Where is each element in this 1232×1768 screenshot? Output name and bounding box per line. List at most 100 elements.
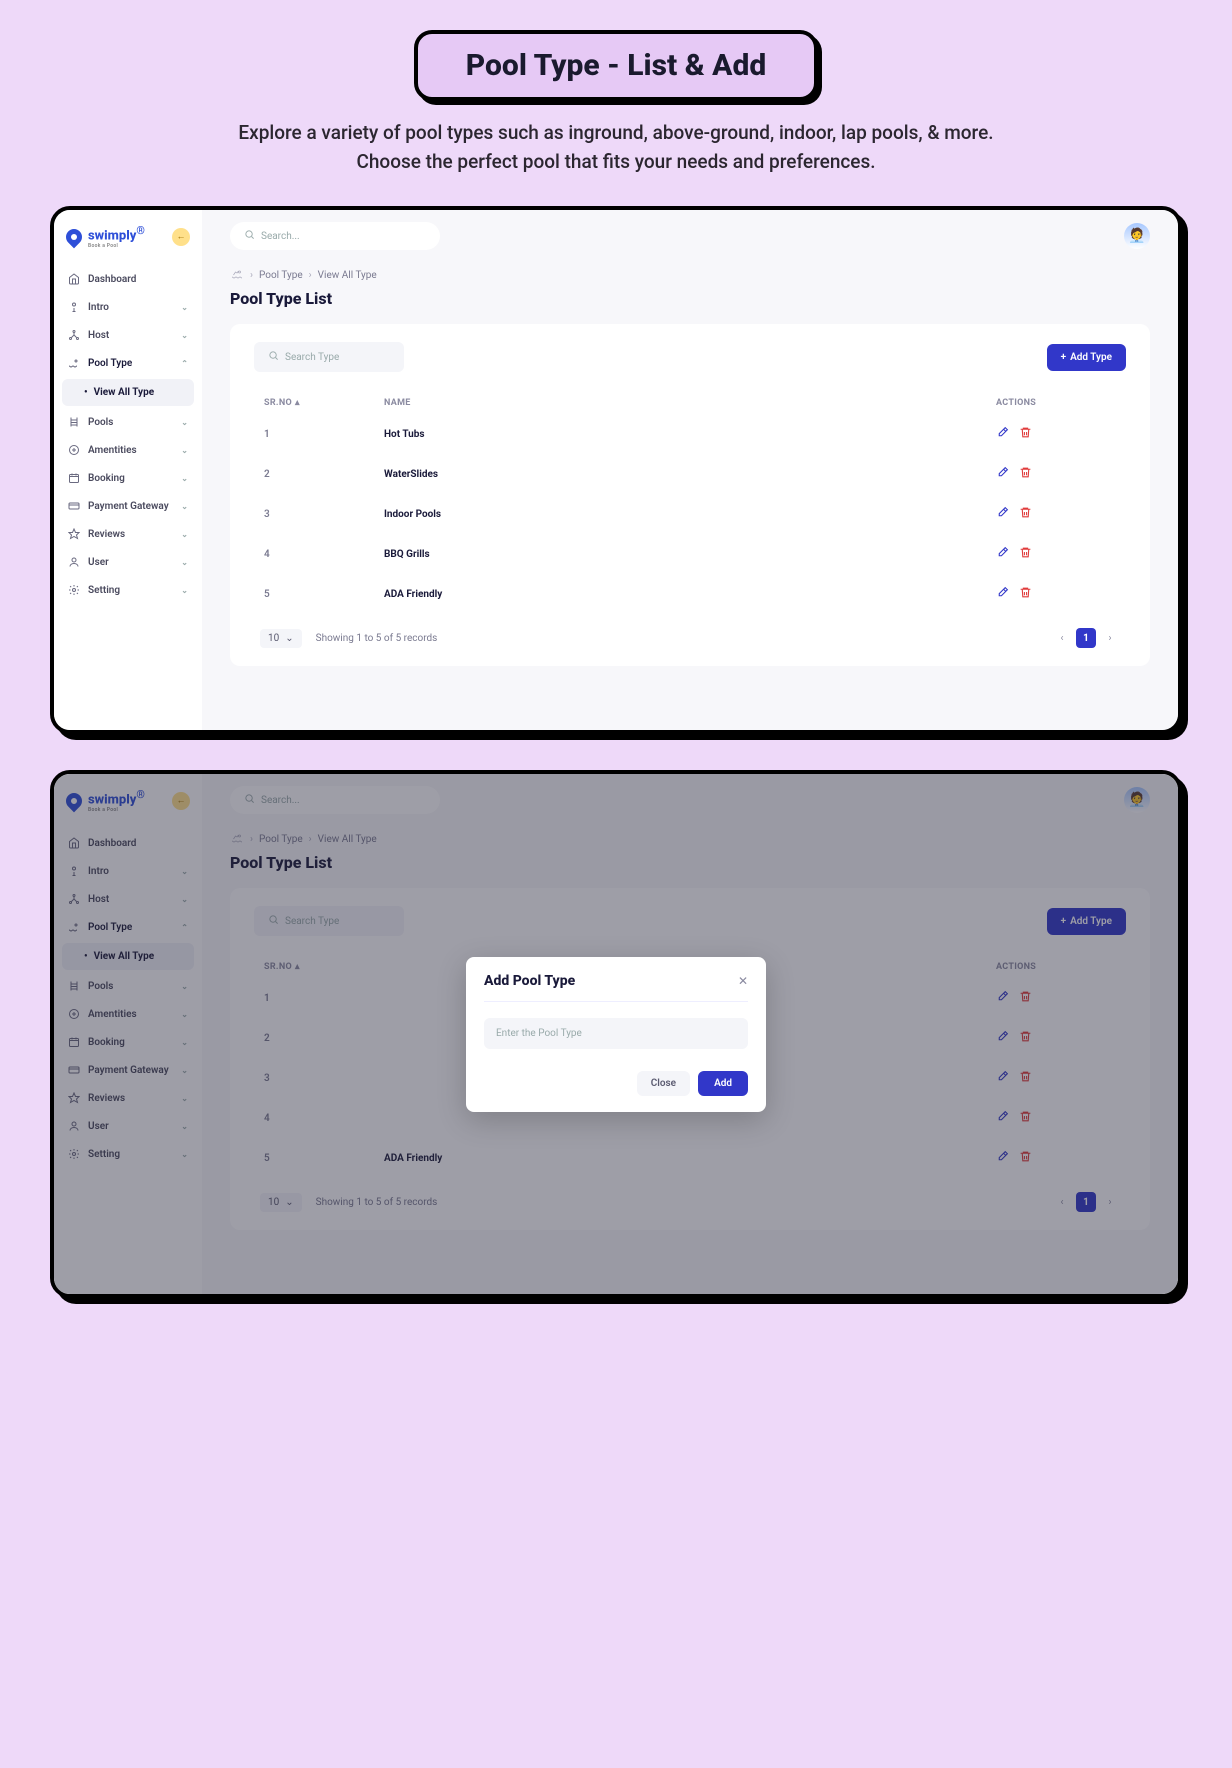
table-row: 3Indoor Pools [254,494,1126,534]
chevron-down-icon: ⌄ [181,418,188,427]
sidebar-item-user[interactable]: User⌄ [54,1112,202,1140]
edit-icon[interactable] [996,1070,1009,1086]
edit-icon[interactable] [996,1110,1009,1126]
trash-icon[interactable] [1019,586,1032,602]
table-search[interactable]: Search Type [254,906,404,936]
ladder-icon [68,980,80,992]
edit-icon[interactable] [996,1030,1009,1046]
sidebar-item-dashboard[interactable]: Dashboard [54,829,202,857]
sidebar-item-label: Reviews [88,1093,125,1104]
trash-icon[interactable] [1019,466,1032,482]
row-name: ADA Friendly [384,1153,996,1164]
trash-icon[interactable] [1019,1030,1032,1046]
sidebar-item-booking[interactable]: Booking⌄ [54,464,202,492]
sidebar-item-host[interactable]: Host⌄ [54,885,202,913]
row-srno: 4 [264,549,384,560]
edit-icon[interactable] [996,466,1009,482]
edit-icon[interactable] [996,506,1009,522]
edit-icon[interactable] [996,1150,1009,1166]
add-type-button[interactable]: + Add Type [1047,344,1126,371]
sidebar-item-amentities[interactable]: Amentities⌄ [54,436,202,464]
col-name[interactable]: NAME [384,398,996,408]
person-icon [68,301,80,313]
sidebar-item-intro[interactable]: Intro⌄ [54,293,202,321]
breadcrumb-pool-type[interactable]: Pool Type [259,834,303,845]
breadcrumb-pool-type[interactable]: Pool Type [259,270,303,281]
sidebar-subitem-view-all-type[interactable]: View All Type [62,379,194,406]
modal-close-action[interactable]: Close [637,1071,690,1096]
chevron-down-icon: ⌄ [181,1122,188,1131]
row-name: ADA Friendly [384,589,996,600]
edit-icon[interactable] [996,426,1009,442]
sidebar-collapse-button[interactable]: ← [172,228,190,246]
row-srno: 3 [264,1073,384,1084]
pager-page-1[interactable]: 1 [1076,1192,1096,1212]
pool-type-input[interactable] [484,1018,748,1049]
row-srno: 4 [264,1113,384,1124]
sidebar-item-setting[interactable]: Setting⌄ [54,576,202,604]
edit-icon[interactable] [996,586,1009,602]
gear-icon [68,584,80,596]
sidebar-item-user[interactable]: User⌄ [54,548,202,576]
avatar[interactable]: 🧑‍💼 [1124,223,1150,249]
breadcrumb-view-all[interactable]: View All Type [318,270,377,281]
sidebar-item-pools[interactable]: Pools⌄ [54,972,202,1000]
trash-icon[interactable] [1019,426,1032,442]
avatar[interactable]: 🧑‍💼 [1124,787,1150,813]
pager-next[interactable]: › [1100,628,1120,648]
logo-icon [63,225,86,248]
pager-page-1[interactable]: 1 [1076,628,1096,648]
sidebar-item-payment-gateway[interactable]: Payment Gateway⌄ [54,1056,202,1084]
sidebar-item-dashboard[interactable]: Dashboard [54,265,202,293]
sidebar-item-reviews[interactable]: Reviews⌄ [54,1084,202,1112]
col-srno[interactable]: SR.NO▴ [264,398,384,408]
sidebar-item-host[interactable]: Host⌄ [54,321,202,349]
plus-circle-icon [68,1008,80,1020]
sidebar-item-booking[interactable]: Booking⌄ [54,1028,202,1056]
row-srno: 2 [264,1033,384,1044]
sidebar-item-pools[interactable]: Pools⌄ [54,408,202,436]
trash-icon[interactable] [1019,1150,1032,1166]
trash-icon[interactable] [1019,546,1032,562]
search-icon [244,229,255,243]
perpage-select[interactable]: 10 ⌄ [260,629,302,648]
sidebar-item-pool-type[interactable]: Pool Type⌃ [54,349,202,377]
trash-icon[interactable] [1019,1070,1032,1086]
perpage-select[interactable]: 10 ⌄ [260,1193,302,1212]
pager-prev[interactable]: ‹ [1052,1192,1072,1212]
ladder-icon [68,416,80,428]
edit-icon[interactable] [996,990,1009,1006]
table-search[interactable]: Search Type [254,342,404,372]
edit-icon[interactable] [996,546,1009,562]
app-shell-modal: swimply®Book a Pool ← DashboardIntro⌄Hos… [50,770,1182,1298]
add-type-button[interactable]: + Add Type [1047,908,1126,935]
sidebar-item-amentities[interactable]: Amentities⌄ [54,1000,202,1028]
breadcrumb-view-all[interactable]: View All Type [318,834,377,845]
col-srno[interactable]: SR.NO▴ [264,962,384,972]
table-row: 5ADA Friendly [254,1138,1126,1178]
pager-prev[interactable]: ‹ [1052,628,1072,648]
trash-icon[interactable] [1019,990,1032,1006]
row-name: Hot Tubs [384,429,996,440]
sidebar-item-intro[interactable]: Intro⌄ [54,857,202,885]
sidebar-collapse-button[interactable]: ← [172,792,190,810]
sidebar-subitem-view-all-type[interactable]: View All Type [62,943,194,970]
row-srno: 1 [264,993,384,1004]
modal-add-action[interactable]: Add [698,1071,748,1096]
chevron-down-icon: ⌄ [181,474,188,483]
trash-icon[interactable] [1019,1110,1032,1126]
page-title-badge: Pool Type - List & Add [414,30,818,101]
table-search-placeholder: Search Type [285,916,339,927]
row-srno: 5 [264,589,384,600]
global-search[interactable]: Search... [230,786,440,814]
sidebar-item-reviews[interactable]: Reviews⌄ [54,520,202,548]
row-actions [996,426,1116,442]
modal-close-button[interactable]: ✕ [738,974,748,988]
search-icon [244,793,255,807]
sidebar-item-setting[interactable]: Setting⌄ [54,1140,202,1168]
sidebar-item-pool-type[interactable]: Pool Type⌃ [54,913,202,941]
pager-next[interactable]: › [1100,1192,1120,1212]
global-search[interactable]: Search... [230,222,440,250]
trash-icon[interactable] [1019,506,1032,522]
sidebar-item-payment-gateway[interactable]: Payment Gateway⌄ [54,492,202,520]
